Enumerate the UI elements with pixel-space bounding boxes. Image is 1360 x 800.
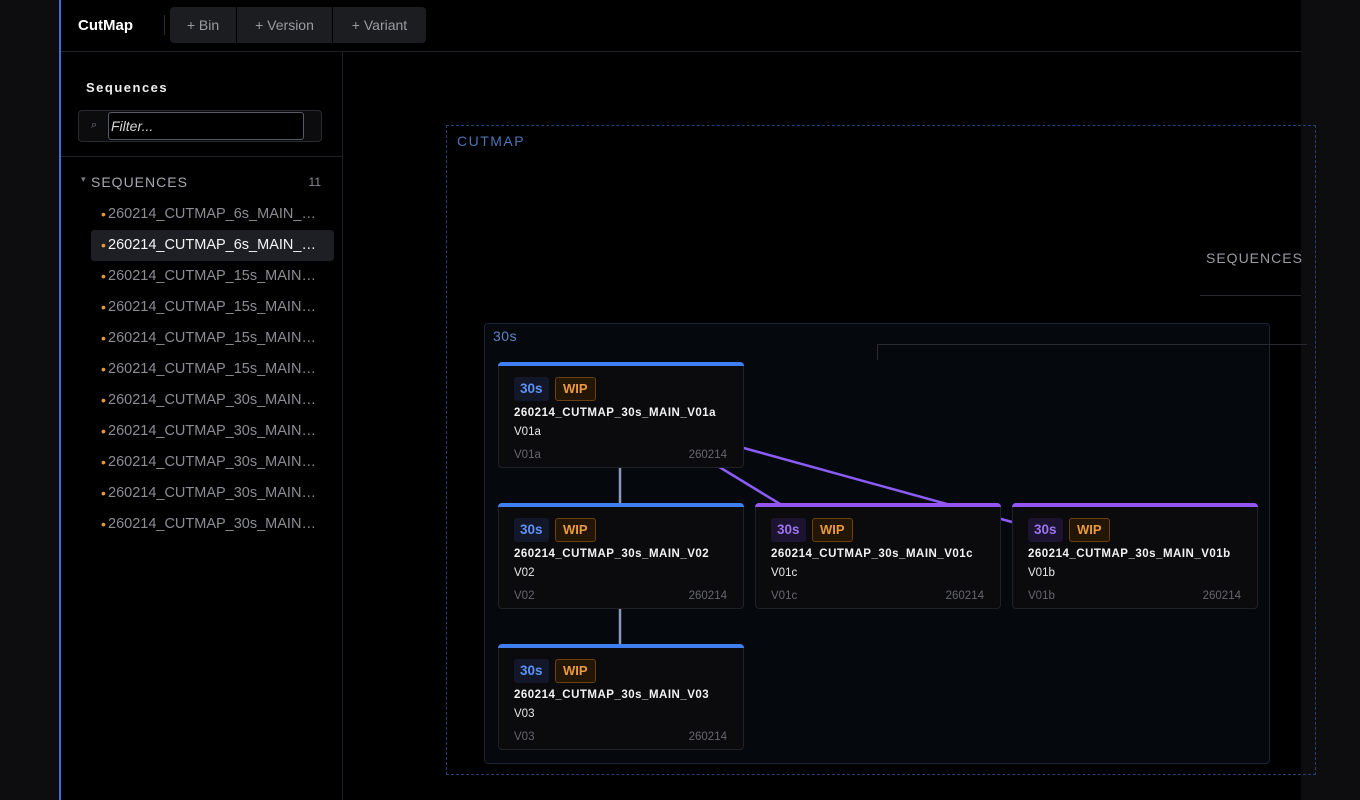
sequences-column-label: SEQUENCES: [1206, 250, 1303, 266]
node-title: 260214_CUTMAP_30s_MAIN_V01c: [771, 548, 974, 560]
status-dot-icon: •: [101, 392, 106, 408]
chevron-down-icon: ▾: [81, 174, 86, 184]
sequences-count: 11: [308, 175, 321, 189]
duration-tag: 30s: [514, 377, 549, 401]
node-version: V03: [514, 708, 535, 720]
node-accent-bar: [498, 644, 744, 648]
sequence-item[interactable]: • 260214_CUTMAP_6s_MAIN_V02: [91, 230, 334, 261]
node-accent-bar: [498, 503, 744, 507]
status-dot-icon: •: [101, 206, 106, 222]
node-version: V01a: [514, 426, 541, 438]
node-footer-version: V01b: [1028, 590, 1055, 602]
status-badge: WIP: [555, 377, 596, 401]
node-footer-version: V03: [514, 731, 535, 743]
node-footer-version: V01a: [514, 449, 541, 461]
status-dot-icon: •: [101, 268, 106, 284]
toolbar-divider: [164, 15, 165, 35]
sequence-item[interactable]: • 260214_CUTMAP_6s_MAIN_V01: [91, 199, 334, 230]
node-v01a[interactable]: 30s WIP 260214_CUTMAP_30s_MAIN_V01a V01a…: [498, 362, 744, 468]
status-badge: WIP: [1069, 518, 1110, 542]
sequence-item-label: 260214_CUTMAP_15s_MAIN_V04: [108, 361, 322, 377]
sequence-item[interactable]: • 260214_CUTMAP_30s_MAIN_V01b: [91, 416, 334, 447]
node-footer-date: 260214: [1202, 590, 1241, 602]
node-version: V01c: [771, 567, 798, 579]
node-footer-date: 260214: [688, 449, 727, 461]
duration-tag: 30s: [514, 659, 549, 683]
sidebar-heading: Sequences: [86, 80, 169, 95]
node-version: V01b: [1028, 567, 1055, 579]
add-bin-button[interactable]: + Bin: [170, 7, 236, 43]
add-variant-button[interactable]: + Variant: [333, 7, 426, 43]
node-v01b[interactable]: 30s WIP 260214_CUTMAP_30s_MAIN_V01b V01b…: [1012, 503, 1258, 609]
sequence-item-label: 260214_CUTMAP_15s_MAIN_V02: [108, 299, 322, 315]
sequence-item[interactable]: • 260214_CUTMAP_30s_MAIN_V01c: [91, 447, 334, 478]
sequence-item[interactable]: • 260214_CUTMAP_15s_MAIN_V01: [91, 261, 334, 292]
sequence-item-label: 260214_CUTMAP_15s_MAIN_V01: [108, 268, 322, 284]
status-dot-icon: •: [101, 330, 106, 346]
status-badge: WIP: [812, 518, 853, 542]
status-badge: WIP: [555, 518, 596, 542]
sequences-section-title: SEQUENCES: [91, 174, 188, 190]
sequence-item[interactable]: • 260214_CUTMAP_30s_MAIN_V03: [91, 509, 334, 540]
status-badge: WIP: [555, 659, 596, 683]
status-dot-icon: •: [101, 454, 106, 470]
status-dot-icon: •: [101, 361, 106, 377]
sequence-item[interactable]: • 260214_CUTMAP_15s_MAIN_V04: [91, 354, 334, 385]
node-footer-date: 260214: [688, 731, 727, 743]
node-accent-bar: [755, 503, 1001, 507]
node-accent-bar: [498, 362, 744, 366]
sequences-divider: [1200, 295, 1301, 296]
cutmap-app: CutMap + Bin + Version + Variant Sequenc…: [61, 0, 1316, 800]
node-title: 260214_CUTMAP_30s_MAIN_V03: [514, 689, 710, 701]
duration-tag: 30s: [771, 518, 806, 542]
group-connector-tick: [877, 344, 878, 360]
outer-left-panel: [0, 0, 60, 800]
node-title: 260214_CUTMAP_30s_MAIN_V01b: [1028, 548, 1231, 560]
node-v01c[interactable]: 30s WIP 260214_CUTMAP_30s_MAIN_V01c V01c…: [755, 503, 1001, 609]
app-title: CutMap: [78, 17, 133, 34]
sequence-item-label: 260214_CUTMAP_30s_MAIN_V02: [108, 485, 322, 501]
status-dot-icon: •: [101, 423, 106, 439]
sequences-section-header[interactable]: ▾ SEQUENCES 11: [81, 174, 323, 190]
search-icon: ⌕: [91, 119, 98, 131]
add-version-button[interactable]: + Version: [237, 7, 332, 43]
status-dot-icon: •: [101, 299, 106, 315]
sequence-item[interactable]: • 260214_CUTMAP_30s_MAIN_V01a: [91, 385, 334, 416]
node-v02[interactable]: 30s WIP 260214_CUTMAP_30s_MAIN_V02 V02 V…: [498, 503, 744, 609]
node-version: V02: [514, 567, 535, 579]
status-dot-icon: •: [101, 237, 106, 253]
filter-box: ⌕: [78, 110, 322, 142]
group-30s-label: 30s: [493, 328, 518, 344]
group-connector-line: [877, 344, 1307, 345]
node-footer-version: V01c: [771, 590, 798, 602]
sequence-item-label: 260214_CUTMAP_6s_MAIN_V01: [108, 206, 322, 222]
status-dot-icon: •: [101, 516, 106, 532]
node-accent-bar: [1012, 503, 1258, 507]
sequence-item-label: 260214_CUTMAP_6s_MAIN_V02: [108, 237, 322, 253]
sequences-sidebar: Sequences ⌕ ▾ SEQUENCES 11 •260214_CUTMA…: [61, 52, 343, 800]
sequence-item-label: 260214_CUTMAP_15s_MAIN_V03: [108, 330, 322, 346]
node-footer-date: 260214: [945, 590, 984, 602]
sequence-item-label: 260214_CUTMAP_30s_MAIN_V01b: [108, 423, 322, 439]
node-title: 260214_CUTMAP_30s_MAIN_V02: [514, 548, 710, 560]
sequence-list: • 260214_CUTMAP_6s_MAIN_V01 • 260214_CUTMAP…: [91, 199, 334, 540]
sequence-item[interactable]: • 260214_CUTMAP_15s_MAIN_V03: [91, 323, 334, 354]
node-footer-version: V02: [514, 590, 535, 602]
node-footer-date: 260214: [688, 590, 727, 602]
sidebar-divider: [61, 156, 342, 157]
filter-input[interactable]: [108, 112, 304, 140]
sequence-item[interactable]: • 260214_CUTMAP_30s_MAIN_V02: [91, 478, 334, 509]
cutmap-frame-label: CUTMAP: [457, 133, 526, 149]
sequence-item[interactable]: • 260214_CUTMAP_15s_MAIN_V02: [91, 292, 334, 323]
duration-tag: 30s: [1028, 518, 1063, 542]
sequence-item-label: 260214_CUTMAP_30s_MAIN_V01a: [108, 392, 322, 408]
node-v03[interactable]: 30s WIP 260214_CUTMAP_30s_MAIN_V03 V03 V…: [498, 644, 744, 750]
sequence-item-label: 260214_CUTMAP_30s_MAIN_V01c: [108, 454, 322, 470]
sequence-item-label: 260214_CUTMAP_30s_MAIN_V03: [108, 516, 322, 532]
status-dot-icon: •: [101, 485, 106, 501]
node-title: 260214_CUTMAP_30s_MAIN_V01a: [514, 407, 717, 419]
cutmap-canvas[interactable]: CUTMAP SEQUENCES 30s 30s WIP 260214_CUTM…: [343, 52, 1316, 800]
top-toolbar: CutMap + Bin + Version + Variant: [61, 0, 1301, 52]
duration-tag: 30s: [514, 518, 549, 542]
